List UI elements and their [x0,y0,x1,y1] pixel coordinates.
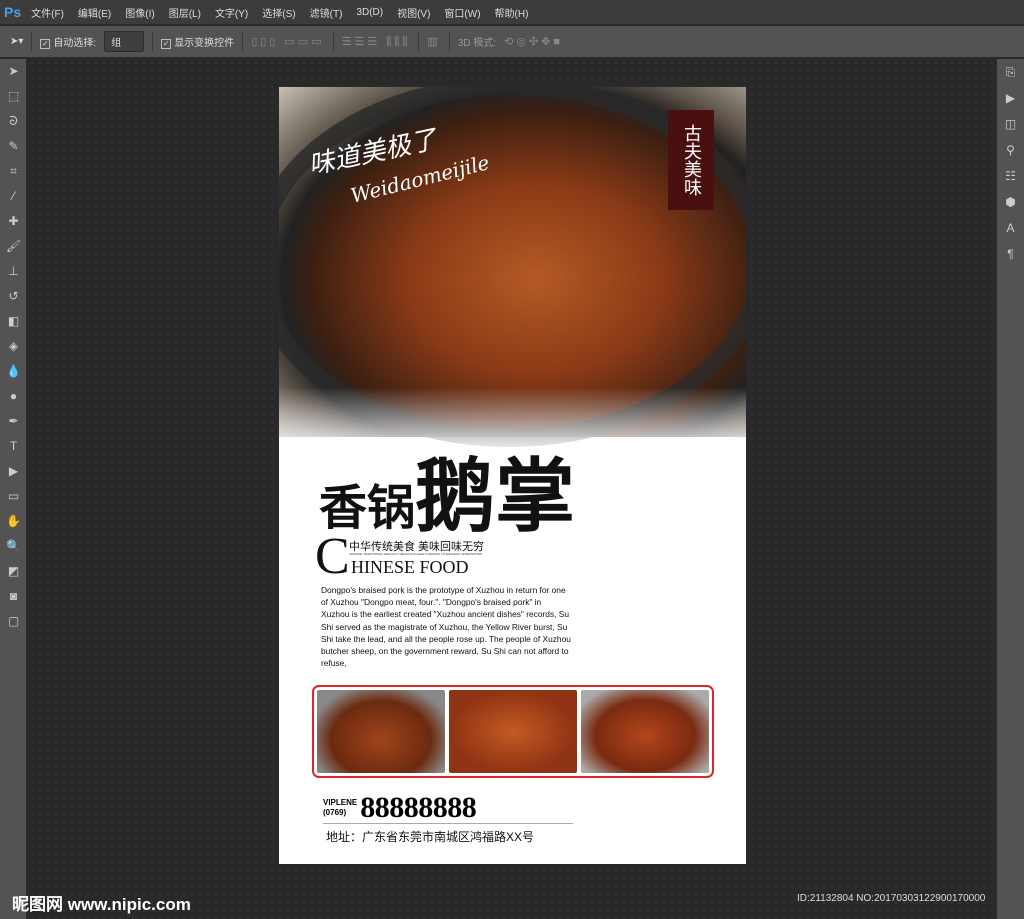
address: 地址：广东省东莞市南城区鸿福路XX号 [326,830,535,844]
paragraph-icon[interactable]: ¶ [997,241,1024,267]
3d-mode-label: 3D 模式: [457,38,497,49]
move-tool-icon[interactable]: ➤ [0,59,27,84]
phone-prefix: VIPLENE (0769) [323,798,357,818]
poster: 古夫美味 味道美极了 Weidaomeijile 香锅鹅掌 C 中华传统美食 美… [279,87,746,864]
show-transform-label: 显示变换控件 [174,38,235,49]
healing-brush-icon[interactable]: ✚ [0,209,27,234]
title-char: 锅 [367,480,416,536]
actions-play-icon[interactable]: ▶ [997,85,1024,111]
menu-view[interactable]: 视图(V) [397,5,430,20]
divider [448,31,450,52]
divider [332,31,334,52]
adjustments-icon[interactable]: ☷ [997,163,1024,189]
menu-layer[interactable]: 图层(L) [169,5,201,20]
phone-block: VIPLENE (0769) 88888888 [323,791,477,825]
history-icon[interactable]: ⎘ [997,59,1024,85]
dodge-tool-icon[interactable]: ● [0,384,27,409]
menu-filter[interactable]: 滤镜(T) [310,5,343,20]
move-tool-icon[interactable]: ➤▾ [10,36,23,47]
menu-file[interactable]: 文件(F) [31,5,64,20]
distribute-icons[interactable]: ☰☰☰ ⫼⫼⫼ [342,35,411,49]
photoshop-logo: Ps [4,4,22,20]
divider [418,31,420,52]
vertical-tag: 古夫美味 [668,110,714,210]
thumbnail-3 [581,690,709,773]
screen-mode-icon[interactable]: ▢ [0,609,27,634]
show-transform-checkbox[interactable]: ✓ 显示变换控件 [161,34,234,49]
character-icon[interactable]: A [997,215,1024,241]
divider [323,823,573,824]
eraser-icon[interactable]: ◧ [0,309,27,334]
poster-title: 香锅鹅掌 [319,432,575,548]
blur-tool-icon[interactable]: 💧 [0,359,27,384]
thumbnail-1 [317,690,445,773]
lasso-tool-icon[interactable]: ᘐ [0,109,27,134]
watermark-site: 昵图网 www.nipic.com [12,895,191,914]
divider [31,31,33,52]
auto-select-dropdown[interactable]: 组 [104,31,145,52]
title-char: 掌 [495,449,576,543]
marquee-tool-icon[interactable]: ⬚ [0,84,27,109]
stamp-tool-icon[interactable]: ⊥ [0,259,27,284]
tools-panel: ➤ ⬚ ᘐ ✎ ⌗ ⁄ ✚ 🖌 ⊥ ↺ ◧ ◈ 💧 ● ✒ T ▶ ▭ ✋ 🔍 … [0,59,27,919]
crop-tool-icon[interactable]: ⌗ [0,159,27,184]
checkbox-icon: ✓ [40,39,51,49]
brush-settings-icon[interactable]: ⚲ [997,137,1024,163]
auto-select-checkbox[interactable]: ✓ 自动选择: [40,34,96,49]
auto-select-label: 自动选择: [53,38,97,49]
layers-icon[interactable]: ◫ [997,111,1024,137]
hand-tool-icon[interactable]: ✋ [0,509,27,534]
phone-number: 88888888 [360,791,477,824]
thumbnail-strip [312,685,714,778]
menu-image[interactable]: 图像(I) [125,5,154,20]
zoom-tool-icon[interactable]: 🔍 [0,534,27,559]
menu-3d[interactable]: 3D(D) [356,7,383,18]
color-swatches-icon[interactable]: ◩ [0,559,27,584]
viplene-label: VIPLENE [323,798,358,807]
menu-help[interactable]: 帮助(H) [495,5,529,20]
checkbox-icon: ✓ [161,39,172,49]
shape-tool-icon[interactable]: ▭ [0,484,27,509]
align-icons[interactable]: ▯▯▯ ▭▭▭ [251,35,324,48]
menu-select[interactable]: 选择(S) [262,5,295,20]
chinese-food-heading: HINESE FOOD [351,557,469,577]
area-code: (0769) [323,808,347,817]
quick-select-icon[interactable]: ✎ [0,134,27,159]
quick-mask-icon[interactable]: ◙ [0,584,27,609]
divider [152,31,154,52]
pen-tool-icon[interactable]: ✒ [0,409,27,434]
path-select-icon[interactable]: ▶ [0,459,27,484]
body-text: Dongpo's braised pork is the prototype o… [321,585,571,669]
options-bar: ➤▾ ✓ 自动选择: 组 ✓ 显示变换控件 ▯▯▯ ▭▭▭ ☰☰☰ ⫼⫼⫼ ▥ 3D… [0,25,1024,58]
3d-cube-icon[interactable]: ⬢ [997,189,1024,215]
brush-tool-icon[interactable]: 🖌 [0,234,27,259]
menu-window[interactable]: 窗口(W) [444,5,480,20]
bucket-icon[interactable]: ◈ [0,334,27,359]
eyedropper-icon[interactable]: ⁄ [0,184,27,209]
history-brush-icon[interactable]: ↺ [0,284,27,309]
divider [242,31,244,52]
auto-align-icon[interactable]: ▥ [427,35,440,48]
title-char: 鹅 [415,449,496,543]
right-panel-dock: ⎘ ▶ ◫ ⚲ ☷ ⬢ A ¶ [996,59,1024,919]
thumbnail-2 [449,690,577,773]
menu-type[interactable]: 文字(Y) [215,5,248,20]
big-c: C [315,528,350,585]
menu-bar: Ps 文件(F) 编辑(E) 图像(I) 图层(L) 文字(Y) 选择(S) 滤… [0,0,1024,24]
3d-mode-icons[interactable]: ⟲◎✣✥■ [504,35,563,48]
type-tool-icon[interactable]: T [0,434,27,459]
menu-edit[interactable]: 编辑(E) [78,5,111,20]
subtitle-tiny: CHINESE TRADITIONAL DELICACY DELICIOUS L… [349,552,482,556]
watermark-id: ID:21132804 NO:20170303122900170000 [797,893,986,904]
